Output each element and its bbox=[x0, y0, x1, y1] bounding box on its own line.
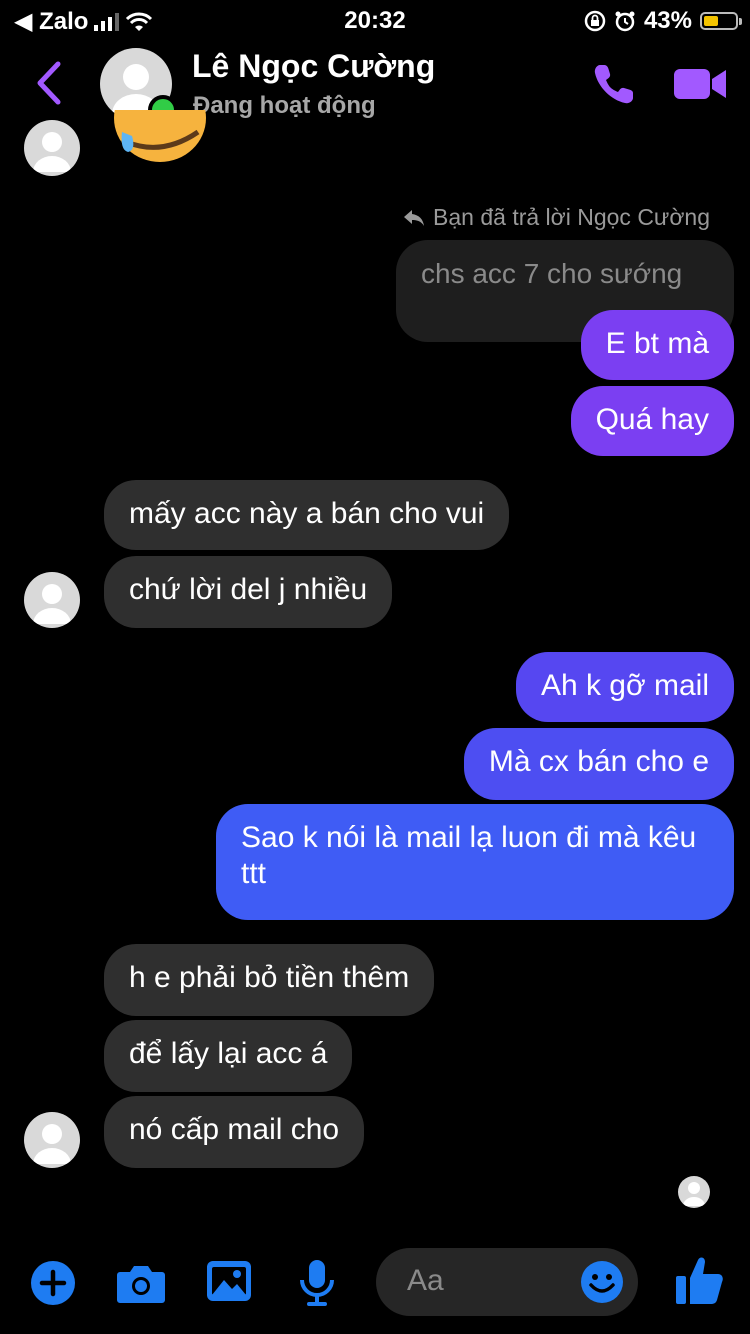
message-bubble[interactable]: Mà cx bán cho e bbox=[463, 728, 734, 800]
message-bubble[interactable]: Sao k nói là mail lạ luon đi mà kêu ttt bbox=[216, 804, 734, 920]
battery-percent: 43% bbox=[643, 7, 692, 34]
sender-avatar[interactable] bbox=[24, 120, 80, 176]
seen-receipt-avatar bbox=[678, 1176, 710, 1208]
add-icon[interactable] bbox=[30, 1260, 76, 1306]
message-bubble[interactable]: Ah k gỡ mail bbox=[515, 652, 734, 722]
message-bubble[interactable]: Quá hay bbox=[570, 386, 734, 456]
message-bubble[interactable]: h e phải bỏ tiền thêm bbox=[104, 944, 435, 1016]
reply-indicator: Bạn đã trả lời Ngọc Cường bbox=[403, 204, 710, 231]
quoted-message-text: chs acc 7 cho sướng bbox=[421, 258, 683, 289]
microphone-icon[interactable] bbox=[298, 1258, 336, 1306]
message-bubble[interactable]: chứ lời del j nhiều bbox=[104, 556, 393, 628]
video-call-icon[interactable] bbox=[672, 64, 728, 104]
battery-icon bbox=[700, 12, 742, 30]
message-input-placeholder[interactable]: Aa bbox=[407, 1264, 444, 1298]
status-bar: ◀ Zalo 20:32 43% bbox=[0, 0, 750, 40]
status-right: 43% bbox=[584, 7, 742, 35]
alarm-icon bbox=[615, 11, 635, 32]
like-thumbs-up-icon[interactable] bbox=[674, 1254, 724, 1306]
rotation-lock-icon bbox=[584, 10, 606, 32]
sender-avatar[interactable] bbox=[24, 1112, 80, 1168]
back-chevron-icon[interactable] bbox=[30, 58, 70, 108]
sender-avatar[interactable] bbox=[24, 572, 80, 628]
reply-indicator-text: Bạn đã trả lời Ngọc Cường bbox=[433, 204, 710, 230]
camera-icon[interactable] bbox=[116, 1262, 166, 1304]
reply-arrow-icon bbox=[404, 209, 425, 226]
message-bubble[interactable]: mấy acc này a bán cho vui bbox=[104, 480, 510, 550]
message-bubble[interactable]: để lấy lại acc á bbox=[104, 1020, 353, 1092]
contact-name[interactable]: Lê Ngọc Cường bbox=[192, 48, 435, 85]
contact-status: Đang hoạt động bbox=[193, 92, 376, 119]
laughing-emoji-icon bbox=[114, 110, 206, 162]
image-icon[interactable] bbox=[206, 1260, 252, 1302]
message-bubble[interactable]: E bt mà bbox=[580, 310, 734, 380]
emoji-icon[interactable] bbox=[580, 1260, 624, 1304]
phone-call-icon[interactable] bbox=[590, 60, 638, 108]
message-bubble[interactable]: nó cấp mail cho bbox=[104, 1096, 365, 1168]
